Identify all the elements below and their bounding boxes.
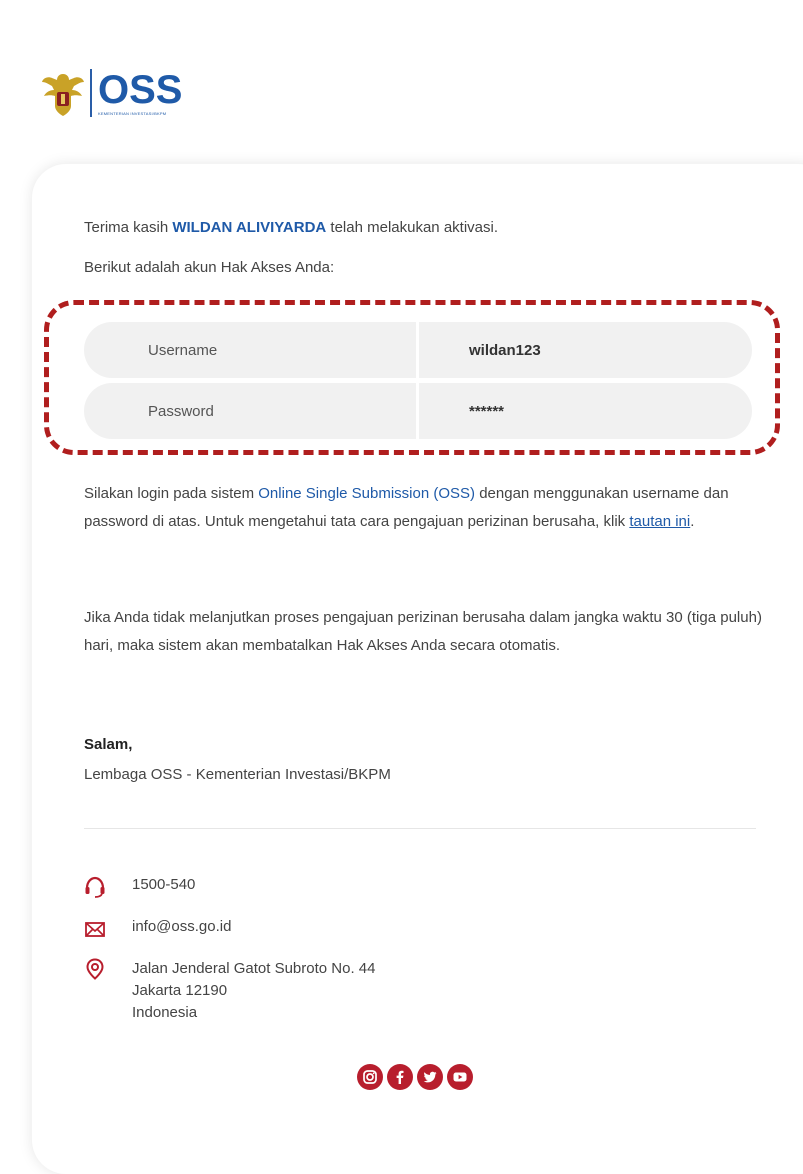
user-name: WILDAN ALIVIYARDA [172, 219, 327, 236]
oss-logo-text: OSS [98, 67, 183, 112]
logo-divider [90, 69, 92, 117]
instagram-icon[interactable] [357, 1064, 383, 1090]
contact-email: info@oss.go.id [84, 918, 231, 940]
account-intro-text: Berikut adalah akun Hak Akses Anda: [84, 259, 335, 276]
oss-system-link[interactable]: Online Single Submission (OSS) [258, 485, 475, 502]
address-line-2: Jakarta 12190 [132, 982, 228, 999]
email-address[interactable]: info@oss.go.id [132, 918, 231, 935]
oss-logo: OSS KEMENTERIAN INVESTASI/BKPM [40, 66, 182, 120]
phone-number[interactable]: 1500-540 [132, 876, 195, 893]
divider [84, 828, 756, 829]
greeting-text: Terima kasih WILDAN ALIVIYARDA telah mel… [84, 219, 499, 236]
contact-phone: 1500-540 [84, 876, 195, 898]
location-pin-icon [86, 958, 104, 980]
login-instructions: Silakan login pada sistem Online Single … [84, 485, 729, 530]
tautan-ini-link[interactable]: tautan ini [629, 513, 690, 530]
social-links [357, 1064, 473, 1090]
organization-text: Lembaga OSS - Kementerian Investasi/BKPM [84, 766, 391, 783]
headset-icon [85, 876, 105, 898]
address-line-1: Jalan Jenderal Gatot Subroto No. 44 [132, 960, 376, 977]
address-line-3: Indonesia [132, 1004, 198, 1021]
twitter-icon[interactable] [417, 1064, 443, 1090]
credentials-highlight-box [44, 300, 780, 455]
facebook-icon[interactable] [387, 1064, 413, 1090]
salam-text: Salam, [84, 736, 133, 753]
mail-icon [85, 922, 105, 937]
youtube-icon[interactable] [447, 1064, 473, 1090]
contact-address: Jalan Jenderal Gatot Subroto No. 44 Jaka… [84, 958, 376, 1024]
oss-logo-subtext: KEMENTERIAN INVESTASI/BKPM [98, 110, 167, 116]
cancellation-notice: Jika Anda tidak melanjutkan proses penga… [84, 609, 762, 654]
garuda-emblem-icon [42, 74, 84, 116]
